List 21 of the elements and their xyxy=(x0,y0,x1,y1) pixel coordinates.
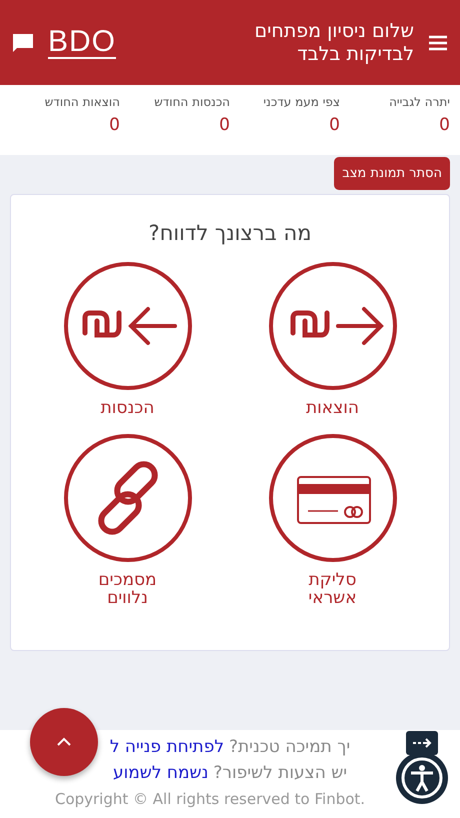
stat-label: הוצאות החודש xyxy=(44,95,120,109)
stat-value: 0 xyxy=(438,115,450,135)
stat-value: 0 xyxy=(218,115,230,135)
stat-label: צפי מעמ עדכני xyxy=(262,95,340,109)
card-title: מה ברצונך לדווח? xyxy=(148,221,312,245)
ideas-text: יש הצעות לשיפור? xyxy=(213,762,348,785)
report-option[interactable]: הוצאות xyxy=(230,259,435,417)
logo: BDO xyxy=(48,26,116,58)
support-text: יך תמיכה טכנית? xyxy=(228,736,350,759)
report-option[interactable]: מסמכים נלווים xyxy=(25,431,230,607)
report-option[interactable]: הכנסות xyxy=(25,259,230,417)
header-title: שלום ניסיון מפתחים לבדיקות בלבד xyxy=(254,20,414,66)
support-link[interactable]: לפתיחת פנייה ל xyxy=(110,734,224,760)
stat-value: 0 xyxy=(328,115,340,135)
copyright-text: Copyright © All rights reserved to Finbot. xyxy=(54,789,366,810)
stat-value: 0 xyxy=(108,115,120,135)
hide-snapshot-button[interactable]: הסתר תמונת מצב xyxy=(334,157,450,190)
stat-label: הכנסות החודש xyxy=(153,95,230,109)
stat-label: יתרה לגבייה xyxy=(388,95,450,109)
report-option[interactable]: סליקת אשראי xyxy=(230,431,435,607)
ideas-link[interactable]: נשמח לשמוע xyxy=(112,760,208,786)
